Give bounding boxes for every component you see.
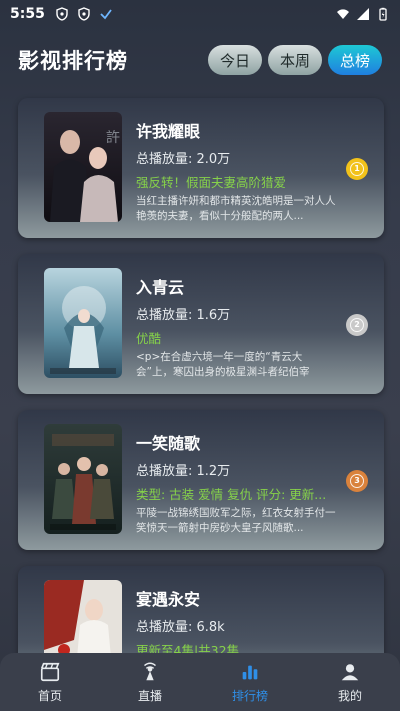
rank-badge: 1 xyxy=(346,158,368,180)
poster-image: 許 xyxy=(44,112,122,222)
tab-label: 首页 xyxy=(37,688,62,703)
rank-number: 1 xyxy=(350,162,364,176)
list-item[interactable]: 入青云 总播放量: 1.6万 优酷 <p>在合虚六境一年一度的“青云大会”上，寒… xyxy=(18,254,384,394)
status-bar: 5:55 xyxy=(0,0,400,28)
item-description: 平陵一战锦绣国败军之际，红衣女射手付一笑惊天一箭射中房砂大皇子风随歌... xyxy=(136,507,336,534)
item-play-count: 总播放量: 2.0万 xyxy=(136,152,231,167)
tab-home[interactable]: 首页 xyxy=(0,653,100,711)
item-description: 当红主播许妍和都市精英沈皓明是一对人人艳羡的夫妻，看似十分般配的两人... xyxy=(136,195,336,222)
tab-live[interactable]: 直播 xyxy=(100,653,200,711)
list-item[interactable]: 一笑随歌 总播放量: 1.2万 类型: 古装 爱情 复仇 评分: 更新... 平… xyxy=(18,410,384,550)
item-play-count: 总播放量: 1.2万 xyxy=(136,464,231,479)
status-time: 5:55 xyxy=(10,6,45,22)
tab-label: 排行榜 xyxy=(231,688,268,703)
item-tags: 类型: 古装 爱情 复仇 评分: 更新... xyxy=(136,487,327,502)
list-item[interactable]: 許 许我耀眼 总播放量: 2.0万 强反转！假面夫妻高阶猎爱 当红主播许妍和都市… xyxy=(18,98,384,238)
shield-icon xyxy=(78,7,90,21)
status-notification-icons xyxy=(55,7,113,21)
shield-icon xyxy=(56,7,68,21)
tab-today[interactable]: 今日 xyxy=(207,45,262,75)
check-icon xyxy=(100,9,112,20)
item-play-count: 总播放量: 1.6万 xyxy=(136,308,231,323)
item-tags: 强反转！假面夫妻高阶猎爱 xyxy=(136,175,287,190)
tab-this-week[interactable]: 本周 xyxy=(267,45,322,75)
svg-text:許: 許 xyxy=(106,130,120,146)
rank-number: 3 xyxy=(350,474,364,488)
tab-label: 直播 xyxy=(137,688,162,703)
wifi-icon xyxy=(337,9,349,19)
tab-overall[interactable]: 总榜 xyxy=(327,45,382,75)
ranking-period-switch: 今日 本周 总榜 xyxy=(207,45,382,75)
item-title: 一笑随歌 xyxy=(136,434,201,453)
item-play-count: 总播放量: 6.8k xyxy=(136,620,225,635)
tab-profile[interactable]: 我的 xyxy=(300,653,400,711)
tab-ranking[interactable]: 排行榜 xyxy=(200,653,300,711)
bottom-tab-bar: 首页 直播 排行榜 我的 xyxy=(0,653,400,711)
signal-icon xyxy=(357,8,369,20)
poster-image xyxy=(44,268,122,378)
rank-badge: 2 xyxy=(346,314,368,336)
user-icon xyxy=(341,663,359,680)
tab-label: 我的 xyxy=(337,688,362,703)
clapperboard-icon xyxy=(40,662,60,681)
battery-icon xyxy=(379,7,387,21)
rank-badge: 3 xyxy=(346,470,368,492)
poster-image xyxy=(44,424,122,534)
ranking-list: 許 许我耀眼 总播放量: 2.0万 强反转！假面夫妻高阶猎爱 当红主播许妍和都市… xyxy=(18,98,384,711)
bar-chart-icon xyxy=(242,665,258,679)
item-title: 宴遇永安 xyxy=(136,590,201,609)
item-description: <p>在合虚六境一年一度的“青云大会”上，寒囚出身的极星渊斗者纪伯宰（侯... xyxy=(136,351,310,378)
page-title: 影视排行榜 xyxy=(18,49,128,73)
header: 影视排行榜 今日 本周 总榜 xyxy=(0,40,400,80)
item-title: 入青云 xyxy=(136,278,185,297)
rank-number: 2 xyxy=(350,318,364,332)
item-tags: 优酷 xyxy=(136,331,162,346)
status-system-icons xyxy=(336,7,390,21)
item-title: 许我耀眼 xyxy=(136,122,201,141)
live-antenna-icon xyxy=(144,662,156,680)
